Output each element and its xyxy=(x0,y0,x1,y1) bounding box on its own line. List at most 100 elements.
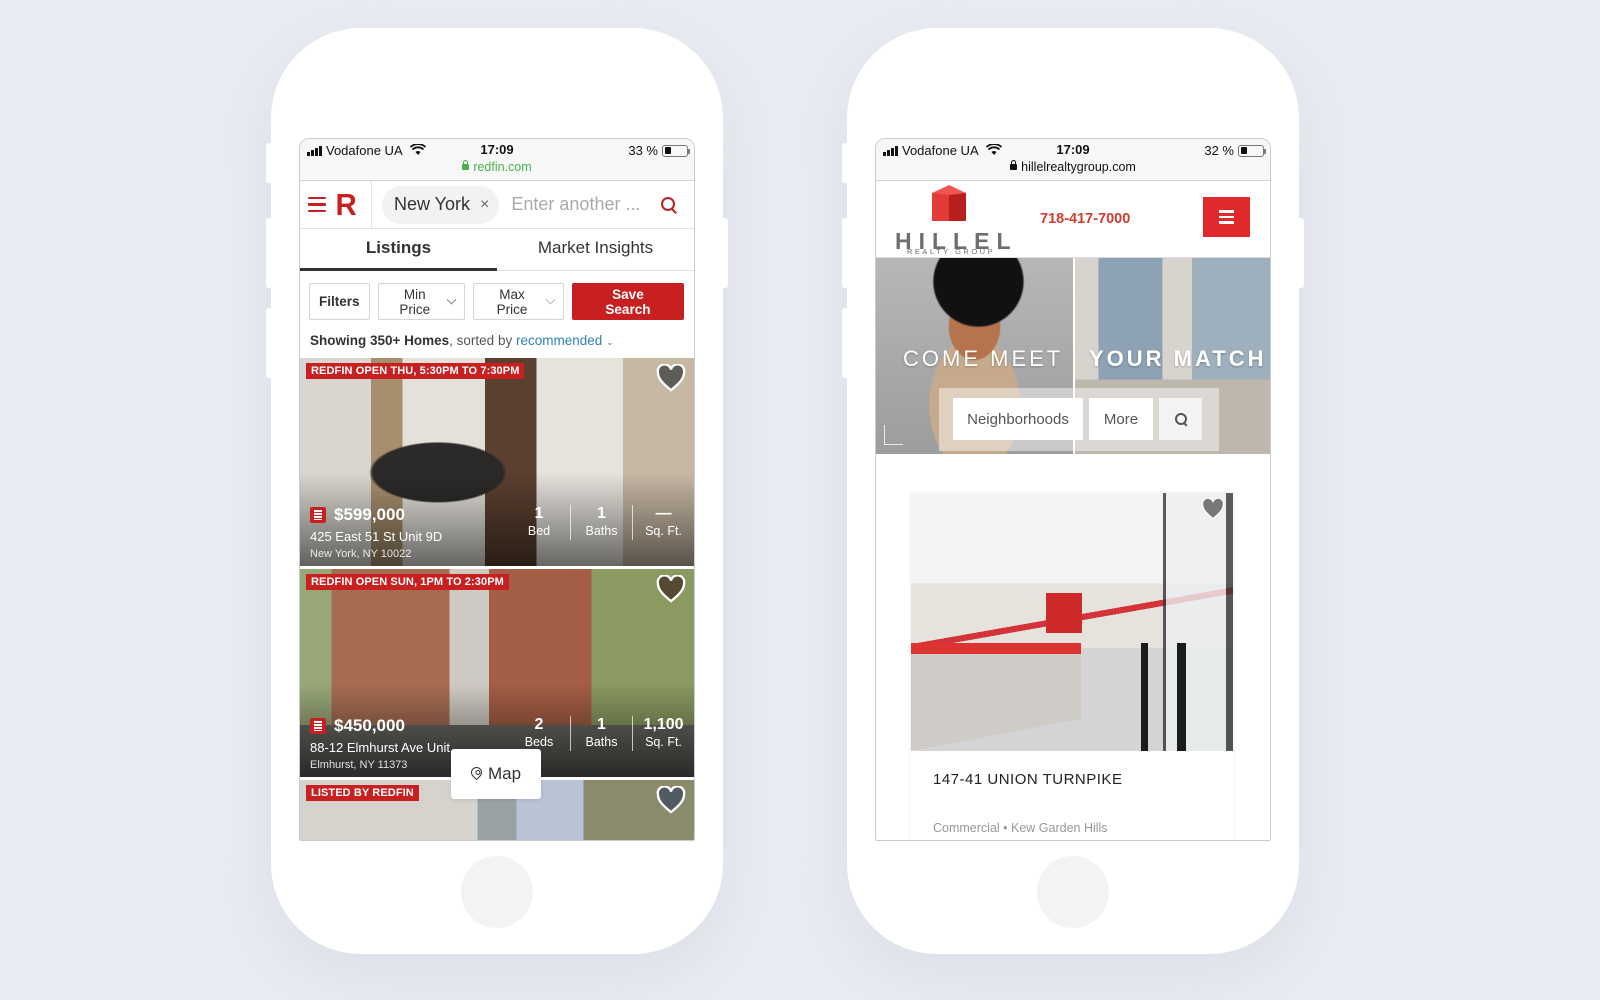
battery-icon xyxy=(662,144,690,157)
chip-label: New York xyxy=(394,194,471,214)
tab-bar: Listings Market Insights xyxy=(300,229,694,271)
max-price-dropdown[interactable]: Max Price xyxy=(472,283,564,320)
search-icon[interactable] xyxy=(661,196,677,213)
sort-dropdown[interactable]: recommended xyxy=(516,333,602,348)
beds-label: Bed xyxy=(527,524,551,538)
heart-icon[interactable] xyxy=(656,574,686,603)
search-button[interactable] xyxy=(1159,398,1202,440)
menu-icon[interactable] xyxy=(308,196,326,213)
chevron-down-icon xyxy=(446,294,457,305)
sqft-label: Sq. Ft. xyxy=(645,524,682,538)
open-house-tag: REDFIN OPEN SUN, 1PM TO 2:30PM xyxy=(306,574,509,590)
baths-value: 1 xyxy=(597,716,606,733)
address-bar[interactable]: redfin.com xyxy=(300,160,694,174)
phone-frame-hillel: Vodafone UA 17:09 32 % hillelrealtygroup… xyxy=(842,28,1304,954)
map-pin-icon xyxy=(468,764,485,780)
mute-switch xyxy=(266,143,272,183)
listing-address: 88-12 Elmhurst Ave Unit xyxy=(310,740,450,755)
filters-label: Filters xyxy=(319,294,360,309)
power-button xyxy=(722,218,728,288)
baths-value: 1 xyxy=(597,505,606,522)
battery-percent: 32 % xyxy=(1204,143,1234,158)
volume-up-button xyxy=(266,218,272,288)
hero-banner: COME MEET YOUR MATCH Neighborhoods More xyxy=(876,258,1270,454)
beds-value: 1 xyxy=(534,505,544,522)
map-button[interactable]: Map xyxy=(451,749,541,799)
save-search-label: Save Search xyxy=(605,286,651,317)
baths-label: Baths xyxy=(585,735,618,749)
property-card[interactable]: 147-41 UNION TURNPIKE Commercial • Kew G… xyxy=(911,493,1233,840)
beds-value: 2 xyxy=(534,716,544,733)
phone-screen: Vodafone UA 17:09 32 % hillelrealtygroup… xyxy=(875,138,1271,841)
sqft-value: — xyxy=(655,505,672,522)
volume-up-button xyxy=(842,218,848,288)
listing-city: New York, NY 10022 xyxy=(310,548,412,560)
listing-price: $599,000 xyxy=(334,505,405,524)
heart-icon[interactable] xyxy=(656,785,686,814)
url-text: hillelrealtygroup.com xyxy=(1021,160,1136,174)
min-price-dropdown[interactable]: Min Price xyxy=(377,283,465,320)
hillel-header: HILLEL REALTY GROUP 718-417-7000 xyxy=(876,181,1270,258)
property-title: 147-41 UNION TURNPIKE xyxy=(933,771,1123,788)
filters-button[interactable]: Filters xyxy=(309,283,370,320)
sqft-value: 1,100 xyxy=(643,716,684,733)
tab-market-insights[interactable]: Market Insights xyxy=(497,229,694,270)
more-button[interactable]: More xyxy=(1089,398,1153,440)
menu-button[interactable] xyxy=(1203,197,1250,237)
max-price-label: Max Price xyxy=(496,286,528,317)
power-button xyxy=(1298,218,1304,288)
listing-city: Elmhurst, NY 11373 xyxy=(310,759,408,771)
redfin-header: R New York × xyxy=(300,180,694,229)
status-bar: Vodafone UA 17:09 32 % hillelrealtygroup… xyxy=(876,139,1270,181)
results-count: Showing 350+ Homes xyxy=(310,333,450,348)
search-bar: New York × xyxy=(372,185,694,224)
property-photo xyxy=(911,493,1233,751)
menu-icon xyxy=(1219,210,1234,213)
phone-number-link[interactable]: 718-417-7000 xyxy=(1040,211,1130,227)
building-icon xyxy=(310,507,326,523)
listing-price: $450,000 xyxy=(334,716,405,735)
search-input[interactable] xyxy=(511,194,652,215)
url-text: redfin.com xyxy=(473,160,532,174)
sorted-by-text: , sorted by xyxy=(449,333,516,348)
open-house-tag: REDFIN OPEN THU, 5:30PM TO 7:30PM xyxy=(306,363,525,379)
listed-by-tag: LISTED BY REDFIN xyxy=(306,785,419,801)
save-search-button[interactable]: Save Search xyxy=(571,283,684,320)
home-button[interactable] xyxy=(1037,856,1109,928)
map-label: Map xyxy=(487,764,522,783)
property-meta: Commercial • Kew Garden Hills xyxy=(933,821,1108,835)
tab-listings[interactable]: Listings xyxy=(300,229,497,271)
volume-down-button xyxy=(266,308,272,378)
neighborhoods-button[interactable]: Neighborhoods xyxy=(953,398,1083,440)
address-bar[interactable]: hillelrealtygroup.com xyxy=(876,160,1270,174)
listing-card[interactable]: REDFIN OPEN THU, 5:30PM TO 7:30PM $599,0… xyxy=(300,358,694,569)
close-icon[interactable]: × xyxy=(480,196,489,214)
corner-bracket-icon xyxy=(884,425,903,445)
heart-icon[interactable] xyxy=(1201,497,1225,520)
baths-label: Baths xyxy=(585,524,618,538)
building-icon xyxy=(310,718,326,734)
heart-icon[interactable] xyxy=(656,363,686,392)
battery-percent: 33 % xyxy=(628,143,658,158)
results-summary: Showing 350+ Homes, sorted by recommende… xyxy=(300,333,694,358)
filter-bar: Filters Min Price Max Price Save Search xyxy=(300,271,694,333)
sqft-label: Sq. Ft. xyxy=(645,735,682,749)
cube-logo-icon xyxy=(932,185,966,223)
location-chip[interactable]: New York × xyxy=(382,185,500,224)
lock-icon xyxy=(462,160,470,170)
home-button[interactable] xyxy=(461,856,533,928)
status-bar: Vodafone UA 17:09 33 % redfin.com xyxy=(300,139,694,181)
hero-text-right: YOUR MATCH xyxy=(1089,346,1267,371)
hero-text-left: COME MEET xyxy=(903,346,1064,371)
hillel-logo[interactable]: HILLEL REALTY GROUP xyxy=(895,185,1011,256)
redfin-logo[interactable]: R xyxy=(336,189,357,220)
phone-frame-redfin: Vodafone UA 17:09 33 % redfin.com R New … xyxy=(266,28,728,954)
phone-screen: Vodafone UA 17:09 33 % redfin.com R New … xyxy=(299,138,695,841)
listing-stats: 1 Bed 1 Baths — Sq. Ft. xyxy=(508,505,694,540)
mute-switch xyxy=(842,143,848,183)
logo-subtitle: REALTY GROUP xyxy=(907,247,996,256)
search-icon xyxy=(1174,413,1187,425)
battery-icon xyxy=(1238,144,1266,157)
caret-down-icon: ⌄ xyxy=(606,337,614,347)
listing-address: 425 East 51 St Unit 9D xyxy=(310,529,443,544)
